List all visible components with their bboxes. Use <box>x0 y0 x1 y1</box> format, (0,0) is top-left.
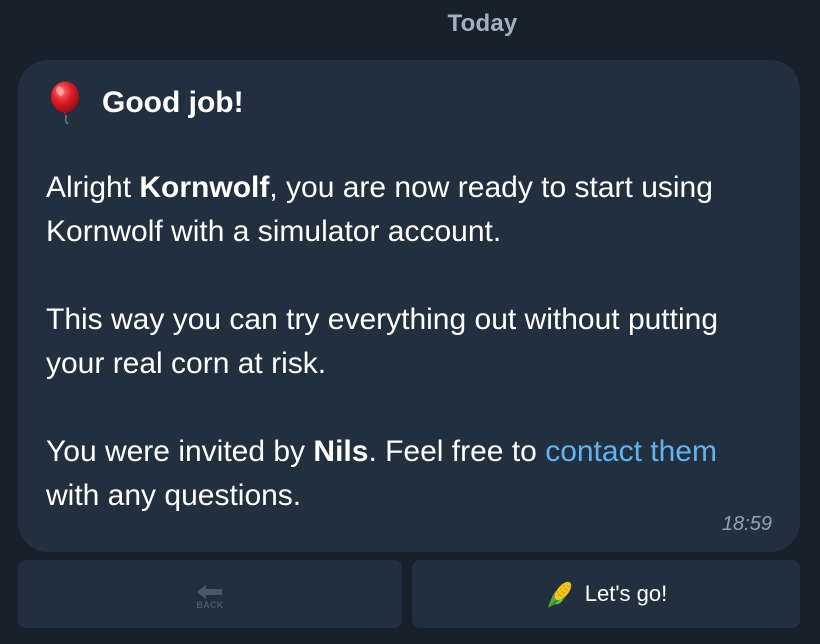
text-fragment: Alright <box>46 171 140 204</box>
chat-screen: Today Good job! Alright Kornwolf, you ar… <box>0 0 820 644</box>
lets-go-button[interactable]: Let's go! <box>412 560 800 628</box>
lets-go-label: Let's go! <box>584 581 668 606</box>
message-header: Good job! <box>46 80 772 126</box>
message-time: 18:59 <box>721 513 772 535</box>
inviter-name: Nils <box>313 435 369 468</box>
text-fragment: with any questions. <box>46 479 302 512</box>
username: Kornwolf <box>139 171 270 204</box>
message-bubble: Good job! Alright Kornwolf, you are now … <box>18 60 800 552</box>
text-fragment: You were invited by <box>46 435 314 468</box>
back-button[interactable]: BACK <box>18 560 402 628</box>
contact-link[interactable]: contact them <box>545 435 717 468</box>
back-button-label: BACK <box>196 600 224 610</box>
text-fragment: . Feel free to <box>368 435 546 468</box>
back-button-content: BACK <box>196 584 224 610</box>
corn-icon <box>547 581 571 608</box>
paragraph-invite: You were invited by Nils. Feel free to c… <box>46 430 772 518</box>
date-separator: Today <box>447 10 518 37</box>
paragraph-simulator: This way you can try everything out with… <box>46 303 719 380</box>
balloon-icon <box>51 81 79 125</box>
back-arrow-icon <box>197 585 222 599</box>
message-title: Good job! <box>102 86 244 119</box>
paragraph-ready: Alright Kornwolf, you are now ready to s… <box>46 166 772 254</box>
